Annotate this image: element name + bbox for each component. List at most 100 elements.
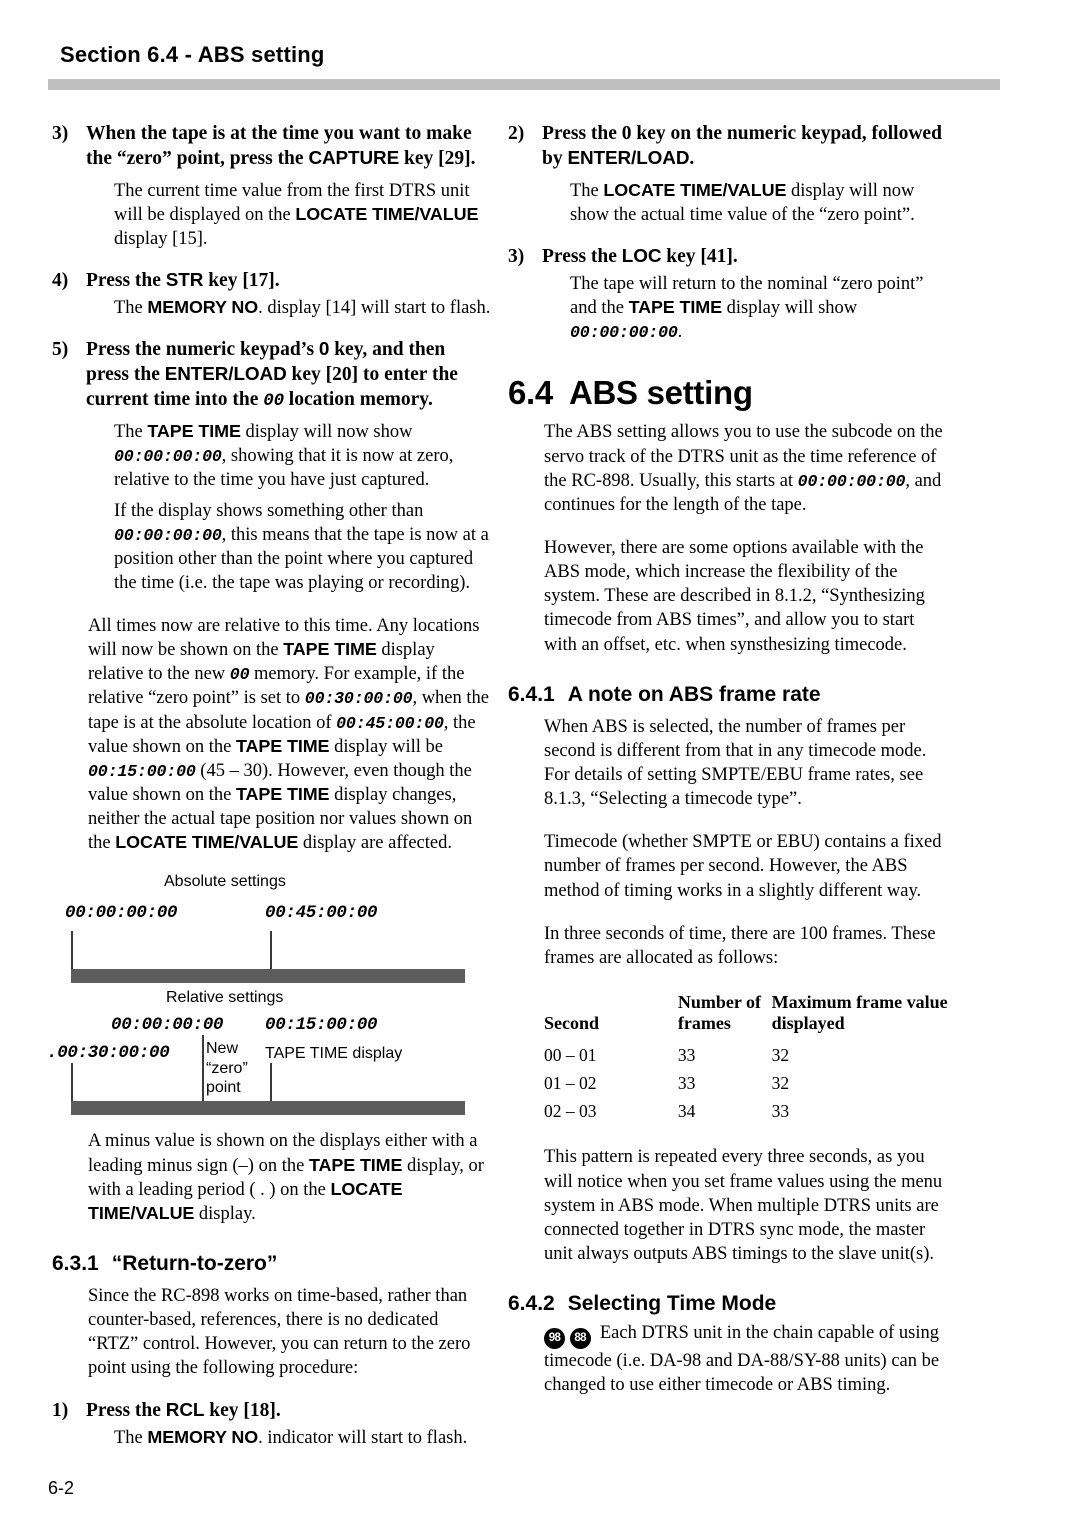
tape-time-display-note: TAPE TIME display (265, 1045, 403, 1063)
body-part: . indicator will start to flash. (258, 1428, 468, 1449)
table-row: 01 – 02 33 32 (544, 1070, 948, 1098)
body-part: The (114, 421, 148, 442)
relative-tick-location (270, 1063, 272, 1102)
step-title: Press the numeric keypad’s 0 key, and th… (86, 338, 492, 412)
section-641-heading: 6.4.1 A note on ABS frame rate (508, 683, 948, 707)
key-name: ENTER/LOAD (164, 364, 287, 386)
display-name: TAPE TIME (235, 735, 330, 756)
body-part: display will now show (240, 421, 413, 442)
step-2: 2) Press the 0 key on the numeric keypad… (508, 122, 948, 172)
step-3-right-body: The tape will return to the nominal “zer… (570, 272, 948, 344)
step-title-part: Press the numeric keypad’s (86, 339, 319, 361)
cell-second: 00 – 01 (544, 1045, 597, 1066)
model-88-badge-icon: 88 (569, 1328, 591, 1350)
step-4-body: The MEMORY NO. display [14] will start t… (114, 296, 492, 320)
section-title: A note on ABS frame rate (567, 682, 821, 706)
cell-frames: 33 (677, 1073, 696, 1094)
table-row: 00 – 01 33 32 (544, 1042, 948, 1070)
step-title-part: location memory. (283, 388, 433, 410)
step-number: 3) (52, 123, 69, 144)
note-line: New (206, 1040, 239, 1058)
section-number: 6.4.2 (508, 1292, 555, 1316)
section-title: “Return-to-zero” (111, 1251, 278, 1275)
body-part: display. (194, 1203, 256, 1224)
table-row: 02 – 03 34 33 (544, 1098, 948, 1126)
display-name: LOCATE TIME/VALUE (115, 832, 299, 853)
step-title: Press the STR key [17]. (86, 269, 492, 294)
section-631-body: Since the RC-898 works on time-based, ra… (88, 1285, 471, 1379)
step-title-part: . (689, 147, 695, 169)
body-part: display will show (722, 298, 858, 319)
step-5-body-1: The TAPE TIME display will now show 00:0… (114, 420, 492, 492)
timecode-value: 00:00:00:00 (570, 323, 678, 343)
display-name: TAPE TIME (235, 784, 330, 804)
section-64-para-2: However, there are some options availabl… (544, 538, 925, 655)
absolute-start-time: 00:00:00:00 (65, 903, 178, 924)
step-5-body-2: If the display shows something other tha… (114, 499, 492, 595)
timecode-value: 00:00:00:00 (114, 446, 222, 466)
display-name: MEMORY NO (147, 1427, 259, 1448)
body-part: If the display shows something other tha… (114, 500, 424, 521)
step-1: 1) Press the RCL key [18]. (52, 1399, 492, 1424)
page-number: 6-2 (48, 1478, 75, 1498)
step-1-body: The MEMORY NO. indicator will start to f… (114, 1426, 492, 1450)
step-3-right: 3) Press the LOC key [41]. (508, 245, 948, 270)
body-part: display are affected. (298, 833, 452, 854)
section-64-para-1: The ABS setting allows you to use the su… (544, 420, 948, 517)
body-part: . (677, 322, 683, 343)
step-title-part: key [41]. (661, 245, 738, 267)
col-header-maximum-frame-value: Maximum frame value displayed (771, 992, 948, 1034)
step-title-part: Press the (86, 1399, 166, 1421)
memory-value: 00 (229, 665, 250, 685)
display-name: LOCATE TIME/VALUE (603, 179, 787, 200)
cell-second: 02 – 03 (544, 1101, 597, 1122)
step-title-part: key [18]. (204, 1399, 281, 1421)
relative-tick-start (71, 1063, 73, 1102)
step-title: Press the RCL key [18]. (86, 1399, 492, 1424)
running-head: Section 6.4 - ABS setting (60, 42, 325, 67)
section-641-para-2: Timecode (whether SMPTE or EBU) contains… (544, 832, 942, 901)
key-name: 0 (318, 339, 330, 361)
step-number: 4) (52, 269, 69, 291)
key-name: CAPTURE (308, 147, 400, 169)
step-title-part: Press the (542, 245, 622, 267)
absolute-timeline-bar (71, 969, 465, 984)
section-641-para-3: In three seconds of time, there are 100 … (544, 923, 936, 968)
relative-minus-time: .00:30:00:00 (47, 1043, 170, 1064)
step-number: 2) (508, 123, 525, 144)
body-part: display will be (329, 736, 443, 757)
minus-value-paragraph: A minus value is shown on the displays e… (88, 1129, 492, 1226)
timecode-value: 00:00:00:00 (797, 471, 906, 491)
section-642-body: 98 88 Each DTRS unit in the chain capabl… (544, 1321, 948, 1397)
absolute-settings-caption: Absolute settings (164, 873, 286, 891)
relative-timeline-bar (71, 1101, 465, 1116)
relative-times-paragraph: All times now are relative to this time.… (88, 614, 492, 855)
step-number: 5) (52, 339, 69, 361)
right-column: 2) Press the 0 key on the numeric keypad… (508, 122, 948, 1397)
cell-frames: 34 (677, 1101, 696, 1122)
absolute-tick-start (71, 931, 73, 970)
new-zero-point-note: New “zero” point (206, 1039, 248, 1098)
display-name: MEMORY NO (147, 297, 259, 318)
step-4: 4) Press the STR key [17]. (52, 269, 492, 294)
body-part: The (114, 1428, 148, 1449)
timecode-value: 00:00:00:00 (114, 525, 222, 545)
body-part: The (570, 180, 604, 201)
section-title: ABS setting (568, 374, 753, 412)
relative-tick-zero (202, 1035, 204, 1102)
section-641-para-4: This pattern is repeated every three sec… (544, 1147, 943, 1265)
section-number: 6.4.1 (508, 682, 555, 706)
note-line: point (206, 1079, 241, 1097)
timecode-value: 00:30:00:00 (304, 689, 413, 709)
section-641-para-1: When ABS is selected, the number of fram… (544, 716, 927, 810)
left-column: 3) When the tape is at the time you want… (47, 122, 492, 1450)
body-part: . display [14] will start to flash. (258, 298, 491, 319)
body-part: The (114, 298, 148, 319)
display-name: TAPE TIME (283, 639, 377, 660)
section-64-heading: 6.4 ABS setting (508, 374, 948, 412)
model-98-badge-icon: 98 (544, 1328, 565, 1350)
step-2-body: The LOCATE TIME/VALUE display will now s… (570, 179, 948, 227)
note-line: “zero” (206, 1059, 248, 1077)
step-3-body: The current time value from the first DT… (114, 179, 492, 251)
key-name: STR (165, 269, 204, 291)
